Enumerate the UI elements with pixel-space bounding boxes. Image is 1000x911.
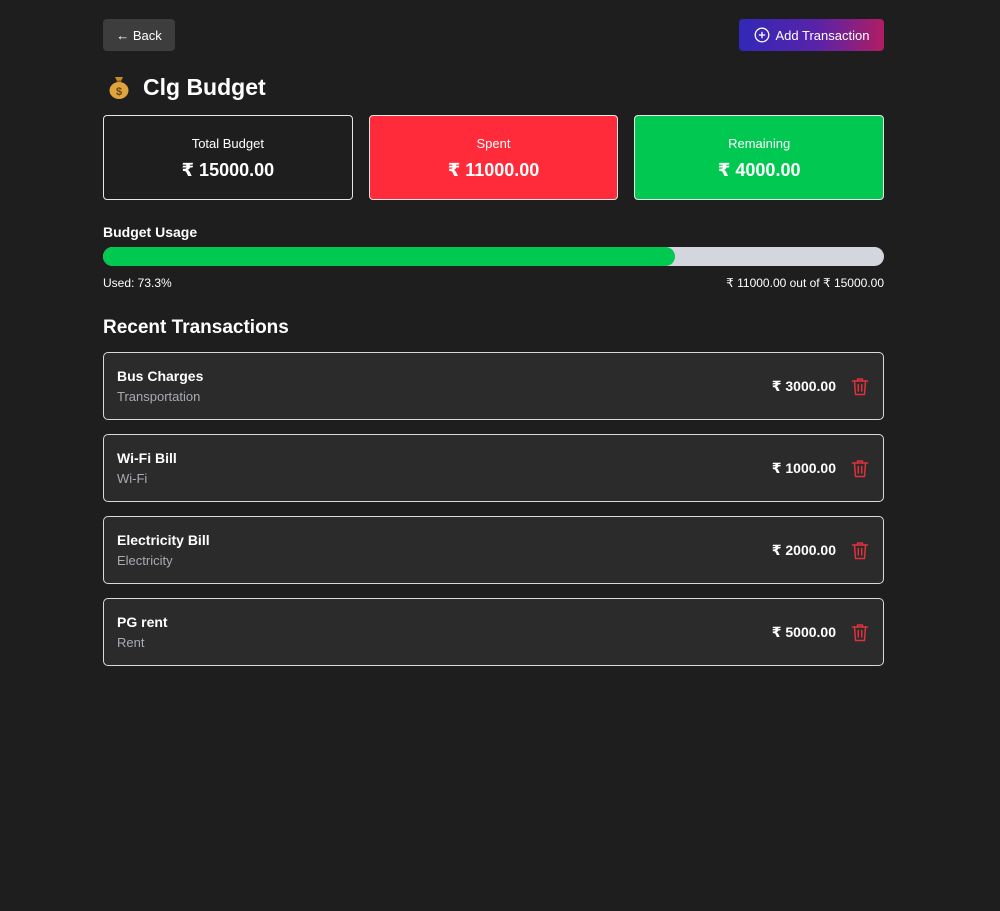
spent-value: ₹ 11000.00 (447, 160, 540, 180)
budget-usage-fill (103, 247, 676, 266)
trash-icon (851, 377, 869, 395)
remaining-label: Remaining (728, 136, 791, 151)
page-title: Clg Budget (143, 73, 266, 100)
top-bar: ← Back Add Transaction (103, 19, 884, 51)
used-percent-text: Used: 73.3% (103, 276, 172, 290)
transaction-category: Rent (117, 635, 145, 650)
trash-icon (851, 623, 869, 641)
summary-cards: Total Budget ₹ 15000.00 Spent ₹ 11000.00… (103, 115, 885, 200)
transaction-amount: ₹ 1000.00 (771, 459, 836, 476)
total-budget-label: Total Budget (191, 136, 264, 151)
add-transaction-label: Add Transaction (775, 27, 870, 43)
transaction-category: Wi-Fi (117, 471, 148, 486)
remaining-value: ₹ 4000.00 (717, 160, 801, 180)
svg-text:$: $ (116, 86, 122, 98)
title-row: $ Clg Budget (103, 72, 884, 102)
transaction-item: Wi-Fi Bill Wi-Fi ₹ 1000.00 (103, 434, 884, 502)
transaction-category: Electricity (117, 553, 173, 568)
trash-icon (851, 541, 869, 559)
remaining-card: Remaining ₹ 4000.00 (634, 115, 885, 200)
transaction-amount: ₹ 3000.00 (771, 377, 836, 394)
recent-transactions-title: Recent Transactions (103, 317, 289, 338)
total-budget-value: ₹ 15000.00 (181, 160, 275, 180)
transaction-list: Bus Charges Transportation ₹ 3000.00 Wi-… (103, 352, 884, 666)
budget-usage-bar (103, 247, 884, 266)
delete-transaction-button[interactable] (850, 376, 870, 396)
transaction-amount: ₹ 2000.00 (771, 541, 836, 558)
transaction-amount: ₹ 5000.00 (771, 623, 836, 640)
used-amount-text: ₹ 11000.00 out of ₹ 15000.00 (726, 276, 884, 290)
total-budget-card: Total Budget ₹ 15000.00 (103, 115, 353, 200)
spent-card: Spent ₹ 11000.00 (368, 115, 619, 200)
transaction-category: Transportation (117, 389, 201, 404)
spent-label: Spent (476, 136, 511, 151)
trash-icon (851, 459, 869, 477)
delete-transaction-button[interactable] (850, 458, 870, 478)
transaction-item: Electricity Bill Electricity ₹ 2000.00 (103, 516, 884, 584)
transaction-item: Bus Charges Transportation ₹ 3000.00 (103, 352, 884, 420)
budget-page: ← Back Add Transaction $ Clg Budget Tota… (103, 19, 885, 666)
delete-transaction-button[interactable] (850, 540, 870, 560)
budget-usage-title: Budget Usage (103, 224, 198, 240)
add-transaction-button[interactable]: Add Transaction (739, 19, 884, 51)
transaction-item: PG rent Rent ₹ 5000.00 (103, 598, 884, 666)
transaction-name: Bus Charges (117, 368, 204, 384)
transaction-name: PG rent (117, 614, 168, 630)
back-button[interactable]: ← Back (103, 19, 175, 51)
transaction-name: Wi-Fi Bill (117, 450, 177, 466)
transaction-name: Electricity Bill (117, 532, 210, 548)
delete-transaction-button[interactable] (850, 622, 870, 642)
moneybag-icon: $ (109, 77, 129, 99)
plus-circle-icon (754, 27, 769, 43)
budget-usage-details: Used: 73.3% ₹ 11000.00 out of ₹ 15000.00 (103, 276, 884, 290)
